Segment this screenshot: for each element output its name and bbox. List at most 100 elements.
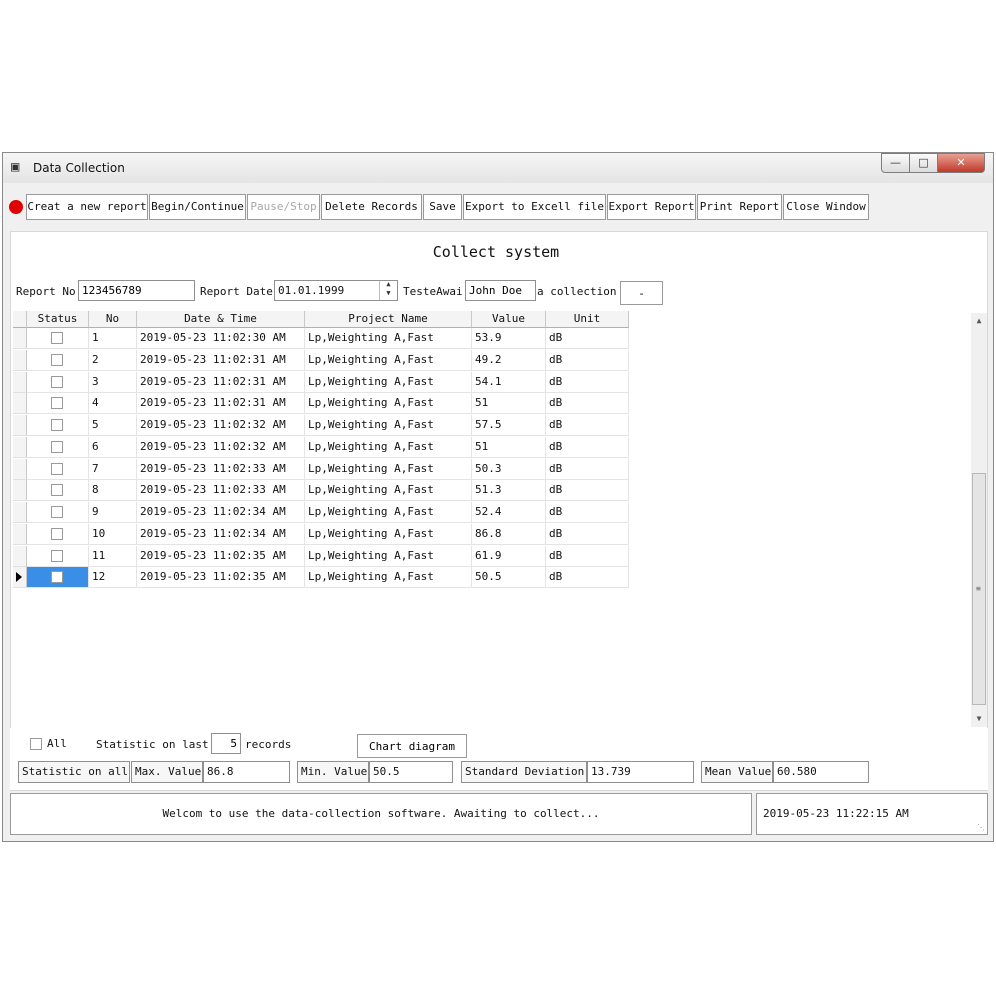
status-cell[interactable] bbox=[27, 502, 89, 523]
minimize-button[interactable]: — bbox=[881, 153, 910, 173]
status-checkbox[interactable] bbox=[51, 375, 63, 388]
status-cell[interactable] bbox=[27, 567, 89, 589]
col-datetime-header[interactable]: Date & Time bbox=[137, 311, 305, 328]
col-status-header[interactable]: Status bbox=[27, 311, 89, 328]
status-cell[interactable] bbox=[27, 480, 89, 502]
status-checkbox[interactable] bbox=[51, 419, 63, 431]
table-row[interactable]: 2 2019-05-23 11:02:31 AM Lp,Weighting A,Fa… bbox=[13, 349, 629, 371]
status-checkbox[interactable] bbox=[51, 332, 63, 344]
status-checkbox[interactable] bbox=[51, 440, 63, 453]
row-header[interactable] bbox=[13, 393, 27, 415]
maximize-button[interactable]: □ bbox=[909, 153, 938, 173]
row-header[interactable] bbox=[13, 436, 27, 458]
status-cell[interactable] bbox=[27, 328, 89, 349]
mean-value-label: Mean Value bbox=[701, 761, 773, 783]
cell-project: Lp,Weighting A,Fast bbox=[305, 415, 472, 436]
title-bar: ▣ Data Collection — □ ✕ bbox=[3, 153, 993, 183]
all-checkbox[interactable] bbox=[30, 738, 42, 750]
table-row[interactable]: 4 2019-05-23 11:02:31 AM Lp,Weighting A,Fa… bbox=[13, 393, 629, 415]
cell-unit: dB bbox=[546, 415, 629, 436]
status-checkbox[interactable] bbox=[51, 549, 63, 562]
status-checkbox[interactable] bbox=[51, 397, 63, 410]
last-count-input[interactable] bbox=[211, 733, 241, 754]
row-header[interactable] bbox=[13, 480, 27, 502]
tester-input[interactable] bbox=[465, 280, 536, 301]
status-cell[interactable] bbox=[27, 458, 89, 480]
resize-grip-icon[interactable]: ⋱ bbox=[977, 823, 985, 832]
cell-unit: dB bbox=[546, 458, 629, 480]
table-row[interactable]: 5 2019-05-23 11:02:32 AM Lp,Weighting A,Fa… bbox=[13, 415, 629, 436]
table-row[interactable]: 8 2019-05-23 11:02:33 AM Lp,Weighting A,Fa… bbox=[13, 480, 629, 502]
cell-no: 8 bbox=[89, 480, 137, 502]
status-checkbox[interactable] bbox=[51, 571, 63, 584]
table-row[interactable]: 10 2019-05-23 11:02:34 AM Lp,Weighting A,F… bbox=[13, 523, 629, 545]
col-no-header[interactable]: No bbox=[89, 311, 137, 328]
row-header[interactable] bbox=[13, 349, 27, 371]
export-excel-button[interactable]: Export to Excell file bbox=[463, 194, 606, 220]
delete-records-button[interactable]: Delete Records bbox=[321, 194, 422, 220]
table-row[interactable]: 11 2019-05-23 11:02:35 AM Lp,Weighting A,F… bbox=[13, 545, 629, 567]
row-header[interactable] bbox=[13, 328, 27, 349]
row-header[interactable] bbox=[13, 458, 27, 480]
status-cell[interactable] bbox=[27, 371, 89, 393]
status-checkbox[interactable] bbox=[51, 484, 63, 497]
note-button[interactable]: ->Note bbox=[620, 281, 663, 322]
export-report-button[interactable]: Export Report bbox=[607, 194, 696, 220]
row-header[interactable] bbox=[13, 502, 27, 523]
begin-continue-button[interactable]: Begin/Continue bbox=[149, 194, 246, 220]
vertical-scrollbar[interactable]: ▲ ≡ ▼ bbox=[971, 313, 987, 727]
table-row[interactable]: 6 2019-05-23 11:02:32 AM Lp,Weighting A,Fa… bbox=[13, 436, 629, 458]
table-row[interactable]: 3 2019-05-23 11:02:31 AM Lp,Weighting A,Fa… bbox=[13, 371, 629, 393]
cell-no: 12 bbox=[89, 567, 137, 589]
pause-stop-button[interactable]: Pause/Stop bbox=[247, 194, 320, 220]
cell-datetime: 2019-05-23 11:02:34 AM bbox=[137, 523, 305, 545]
save-button[interactable]: Save bbox=[423, 194, 462, 220]
status-cell[interactable] bbox=[27, 349, 89, 371]
status-checkbox[interactable] bbox=[51, 462, 63, 475]
report-date-picker[interactable]: 01.01.1999 ▲ ▼ bbox=[274, 280, 398, 301]
row-header[interactable] bbox=[13, 567, 27, 589]
cell-value: 50.3 bbox=[472, 458, 546, 480]
col-unit-header[interactable]: Unit bbox=[546, 311, 629, 328]
statistic-on-all-label[interactable]: Statistic on all bbox=[18, 761, 130, 783]
cell-unit: dB bbox=[546, 436, 629, 458]
spin-down-icon[interactable]: ▼ bbox=[380, 289, 397, 298]
row-header[interactable] bbox=[13, 523, 27, 545]
col-value-header[interactable]: Value bbox=[472, 311, 546, 328]
cell-datetime: 2019-05-23 11:02:31 AM bbox=[137, 393, 305, 415]
status-cell[interactable] bbox=[27, 393, 89, 415]
col-project-header[interactable]: Project Name bbox=[305, 311, 472, 328]
scroll-down-icon[interactable]: ▼ bbox=[971, 711, 987, 727]
print-report-button[interactable]: Print Report bbox=[697, 194, 782, 220]
table-row[interactable]: 1 2019-05-23 11:02:30 AM Lp,Weighting A,Fa… bbox=[13, 328, 629, 349]
cell-datetime: 2019-05-23 11:02:33 AM bbox=[137, 458, 305, 480]
chart-diagram-button[interactable]: Chart diagram bbox=[357, 734, 467, 758]
report-no-input[interactable] bbox=[78, 280, 195, 301]
status-cell[interactable] bbox=[27, 436, 89, 458]
scroll-thumb[interactable]: ≡ bbox=[972, 473, 986, 705]
row-header[interactable] bbox=[13, 415, 27, 436]
create-report-button[interactable]: Creat a new report bbox=[26, 194, 148, 220]
table-row[interactable]: 9 2019-05-23 11:02:34 AM Lp,Weighting A,Fa… bbox=[13, 502, 629, 523]
row-header[interactable] bbox=[13, 371, 27, 393]
cell-datetime: 2019-05-23 11:02:32 AM bbox=[137, 436, 305, 458]
status-checkbox[interactable] bbox=[51, 527, 63, 540]
status-checkbox[interactable] bbox=[51, 353, 63, 366]
spin-up-icon[interactable]: ▲ bbox=[380, 281, 397, 289]
cell-project: Lp,Weighting A,Fast bbox=[305, 567, 472, 589]
table-row[interactable]: 12 2019-05-23 11:02:35 AM Lp,Weighting A,F… bbox=[13, 567, 629, 589]
cell-project: Lp,Weighting A,Fast bbox=[305, 349, 472, 371]
scroll-up-icon[interactable]: ▲ bbox=[971, 313, 987, 329]
cell-project: Lp,Weighting A,Fast bbox=[305, 328, 472, 349]
cell-unit: dB bbox=[546, 567, 629, 589]
status-checkbox[interactable] bbox=[51, 506, 63, 518]
status-cell[interactable] bbox=[27, 415, 89, 436]
status-message: Welcom to use the data-collection softwa… bbox=[10, 793, 752, 835]
status-cell[interactable] bbox=[27, 545, 89, 567]
date-spinner[interactable]: ▲ ▼ bbox=[379, 281, 397, 300]
status-cell[interactable] bbox=[27, 523, 89, 545]
close-button[interactable]: ✕ bbox=[937, 153, 985, 173]
row-header[interactable] bbox=[13, 545, 27, 567]
table-row[interactable]: 7 2019-05-23 11:02:33 AM Lp,Weighting A,Fa… bbox=[13, 458, 629, 480]
close-window-button[interactable]: Close Window bbox=[783, 194, 869, 220]
